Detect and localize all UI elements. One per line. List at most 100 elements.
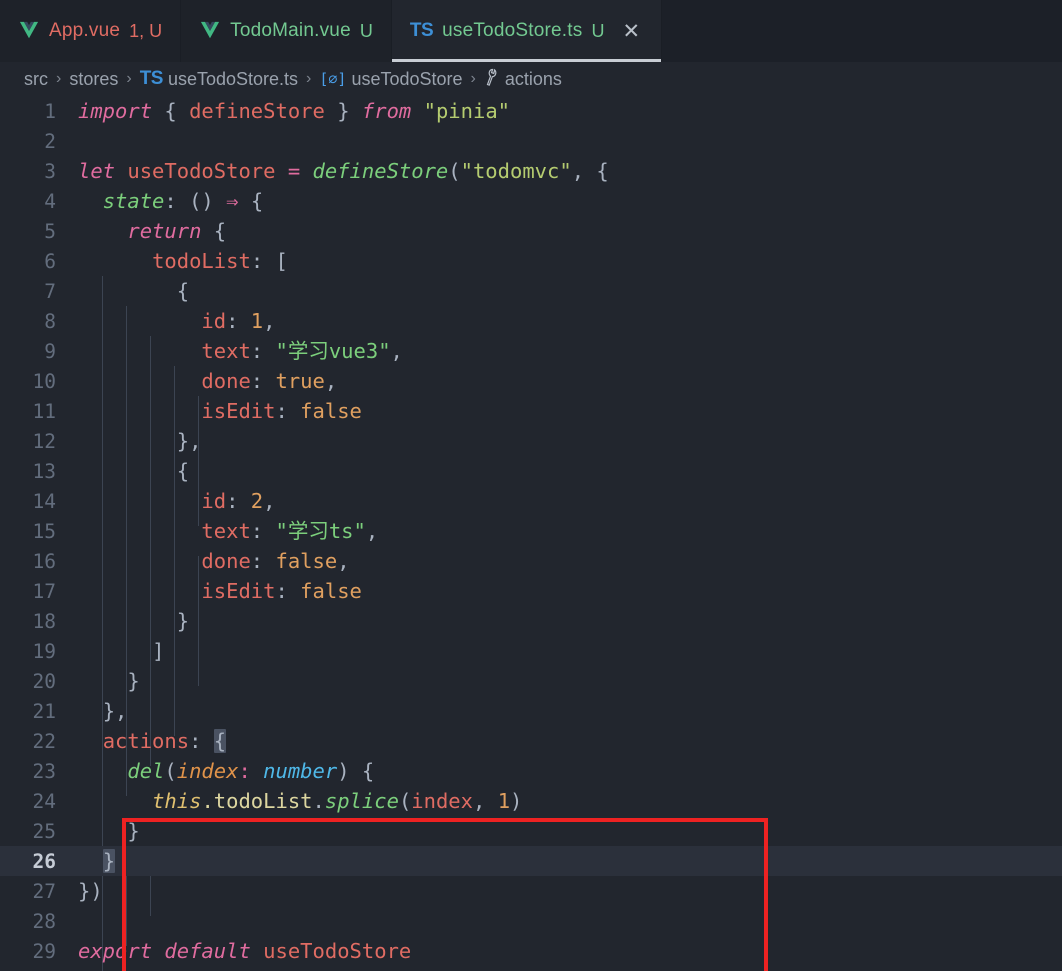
code-line[interactable]: 29 export default useTodoStore	[0, 936, 1062, 966]
line-content: import { defineStore } from "pinia"	[78, 99, 511, 123]
code-line[interactable]: 8 id: 1,	[0, 306, 1062, 336]
code-line[interactable]: 10 done: true,	[0, 366, 1062, 396]
vue-icon	[199, 21, 221, 41]
code-line[interactable]: 7 {	[0, 276, 1062, 306]
line-content: todoList: [	[152, 249, 288, 273]
line-number: 25	[32, 819, 56, 843]
line-number: 22	[32, 729, 56, 753]
breadcrumb-item-actions[interactable]: actions	[484, 69, 562, 90]
line-number: 14	[32, 489, 56, 513]
code-line[interactable]: 14 id: 2,	[0, 486, 1062, 516]
line-content: },	[102, 699, 128, 723]
line-content: }	[127, 669, 140, 693]
breadcrumb-item-file[interactable]: TS useTodoStore.ts	[140, 68, 298, 90]
tab-usetodostore-ts[interactable]: TS useTodoStore.ts U ✕	[391, 0, 663, 62]
tab-todomain-vue[interactable]: TodoMain.vue U	[181, 0, 392, 62]
line-content: id: 1,	[201, 309, 276, 333]
line-content: return {	[127, 219, 227, 243]
code-line[interactable]: 18 }	[0, 606, 1062, 636]
code-line[interactable]: 4 state: () ⇒ {	[0, 186, 1062, 216]
tab-label: App.vue	[49, 20, 121, 41]
wrench-icon	[480, 67, 503, 92]
line-content: del(index: number) {	[127, 759, 375, 783]
line-number: 5	[44, 219, 56, 243]
line-content: id: 2,	[201, 489, 276, 513]
code-line[interactable]: 21 },	[0, 696, 1062, 726]
line-number: 3	[44, 159, 56, 183]
line-content: let useTodoStore = defineStore("todomvc"…	[78, 159, 609, 183]
line-content: this.todoList.splice(index, 1)	[152, 789, 523, 813]
code-line[interactable]: 20 }	[0, 666, 1062, 696]
chevron-right-icon: ›	[56, 70, 62, 87]
code-line[interactable]: 28	[0, 906, 1062, 936]
code-line[interactable]: 25 }	[0, 816, 1062, 846]
line-number: 21	[32, 699, 56, 723]
line-content: state: () ⇒ {	[102, 189, 264, 213]
code-line[interactable]: 9 text: "学习vue3",	[0, 336, 1062, 366]
line-content: }	[127, 819, 140, 843]
interface-icon: [∅]	[319, 70, 347, 88]
code-line[interactable]: 23 del(index: number) {	[0, 756, 1062, 786]
tab-label: TodoMain.vue	[230, 20, 351, 41]
code-line[interactable]: 15 text: "学习ts",	[0, 516, 1062, 546]
code-line[interactable]: 22 actions: {	[0, 726, 1062, 756]
line-content: }	[102, 849, 116, 873]
line-number: 20	[32, 669, 56, 693]
line-number: 13	[32, 459, 56, 483]
line-content: })	[78, 879, 103, 903]
line-number: 10	[32, 369, 56, 393]
line-number: 27	[32, 879, 56, 903]
code-line[interactable]: 11 isEdit: false	[0, 396, 1062, 426]
line-number: 15	[32, 519, 56, 543]
tab-badge: U	[359, 20, 373, 41]
line-content: }	[176, 609, 190, 633]
line-number: 29	[32, 939, 56, 963]
ts-icon: TS	[409, 20, 434, 41]
line-number: 24	[32, 789, 56, 813]
code-line[interactable]: 5 return {	[0, 216, 1062, 246]
breadcrumb-item-stores[interactable]: stores	[69, 69, 118, 90]
line-content: text: "学习ts",	[201, 519, 379, 543]
breadcrumb-item-symbol[interactable]: [∅] useTodoStore	[319, 69, 462, 90]
code-line[interactable]: 12 },	[0, 426, 1062, 456]
code-line[interactable]: 3 let useTodoStore = defineStore("todomv…	[0, 156, 1062, 186]
line-number: 28	[32, 909, 56, 933]
chevron-right-icon: ›	[470, 70, 476, 87]
close-icon[interactable]: ✕	[619, 19, 643, 44]
chevron-right-icon: ›	[126, 70, 132, 87]
breadcrumb: src › stores › TS useTodoStore.ts › [∅] …	[0, 62, 1062, 96]
line-content: done: true,	[201, 369, 338, 393]
line-number: 12	[32, 429, 56, 453]
line-number: 19	[32, 639, 56, 663]
code-line[interactable]: 1 import { defineStore } from "pinia"	[0, 96, 1062, 126]
line-number: 2	[44, 129, 56, 153]
tab-app-vue[interactable]: App.vue 1, U	[0, 0, 182, 62]
line-number: 9	[44, 339, 56, 363]
breadcrumb-label: stores	[69, 68, 119, 89]
line-number: 26	[32, 849, 56, 873]
tab-badge: U	[591, 20, 605, 41]
code-editor[interactable]: 1 import { defineStore } from "pinia" 2 …	[0, 96, 1062, 971]
line-number: 16	[32, 549, 56, 573]
code-line[interactable]: 6 todoList: [	[0, 246, 1062, 276]
code-line-active[interactable]: 26 }	[0, 846, 1062, 876]
chevron-right-icon: ›	[306, 70, 312, 87]
code-line[interactable]: 17 isEdit: false	[0, 576, 1062, 606]
code-line[interactable]: 19 ]	[0, 636, 1062, 666]
line-content: text: "学习vue3",	[201, 339, 403, 363]
breadcrumb-label: src	[24, 68, 48, 89]
vue-icon	[18, 21, 40, 41]
code-line[interactable]: 2	[0, 126, 1062, 156]
code-line[interactable]: 16 done: false,	[0, 546, 1062, 576]
line-number: 17	[32, 579, 56, 603]
code-line[interactable]: 24 this.todoList.splice(index, 1)	[0, 786, 1062, 816]
line-content: done: false,	[201, 549, 350, 573]
code-line[interactable]: 27 })	[0, 876, 1062, 906]
line-number: 23	[32, 759, 56, 783]
line-number: 8	[44, 309, 56, 333]
line-number: 7	[44, 279, 56, 303]
breadcrumb-label: useTodoStore	[351, 68, 463, 89]
breadcrumb-label: useTodoStore.ts	[167, 68, 299, 89]
breadcrumb-item-src[interactable]: src	[24, 69, 48, 90]
code-line[interactable]: 13 {	[0, 456, 1062, 486]
